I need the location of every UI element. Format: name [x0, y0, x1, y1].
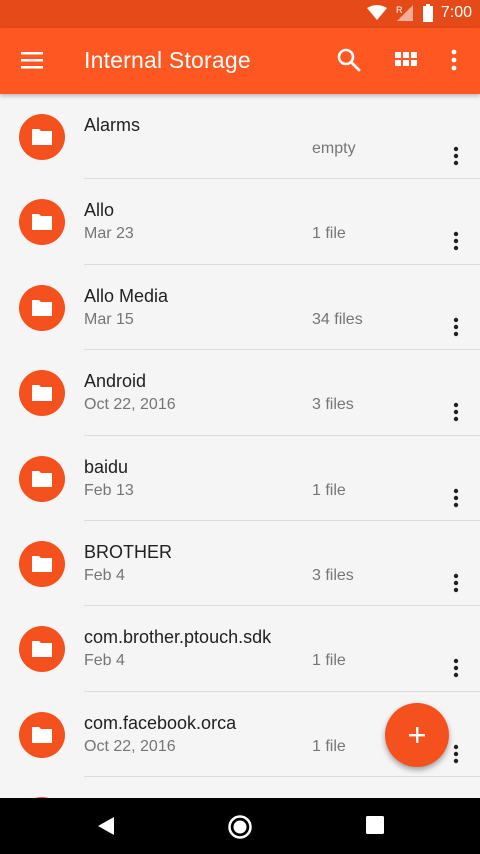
home-icon[interactable] — [227, 814, 252, 839]
list-item[interactable]: BROTHER Feb 4 3 files — [0, 521, 480, 607]
folder-name: com.brother.ptouch.sdk — [84, 627, 272, 648]
recents-icon[interactable] — [364, 814, 388, 838]
folder-count: 1 file — [312, 481, 346, 499]
more-vert-icon[interactable] — [446, 571, 466, 595]
folder-icon — [19, 540, 65, 587]
folder-date: Oct 22, 2016 — [84, 396, 176, 414]
app-bar: Internal Storage — [0, 28, 480, 94]
grid-view-icon[interactable] — [393, 47, 419, 73]
add-icon — [409, 727, 425, 743]
status-bar: R 7:00 — [0, 0, 480, 28]
search-icon[interactable] — [336, 47, 362, 73]
folder-name: Alarms — [84, 115, 141, 135]
folder-name: baidu — [84, 456, 129, 477]
folder-count: 1 file — [312, 737, 346, 755]
folder-icon — [19, 199, 65, 246]
more-vert-icon[interactable] — [446, 229, 466, 253]
list-item[interactable]: Alarms empty — [0, 94, 480, 180]
navigation-bar — [0, 798, 480, 854]
more-vert-icon[interactable] — [446, 400, 466, 424]
list-item[interactable]: Allo Media Mar 15 34 files — [0, 265, 480, 351]
folder-name: BROTHER — [84, 541, 173, 562]
more-vert-icon[interactable] — [441, 47, 467, 73]
folder-date: Mar 23 — [84, 225, 134, 243]
folder-count: 3 files — [312, 396, 354, 414]
folder-icon — [19, 114, 65, 160]
status-icons: R 7:00 — [366, 4, 472, 22]
svg-text:R: R — [396, 5, 403, 15]
wifi-icon — [366, 5, 387, 20]
folder-icon — [19, 455, 65, 502]
list-item[interactable]: Android Oct 22, 2016 3 files — [0, 350, 480, 436]
folder-count: 3 files — [312, 566, 354, 584]
folder-icon — [19, 370, 65, 417]
folder-name: Allo — [84, 200, 115, 221]
list-item[interactable]: Allo Mar 23 1 file — [0, 179, 480, 265]
more-vert-icon[interactable] — [446, 486, 466, 510]
folder-icon — [19, 711, 65, 758]
folder-name: com.facebook.orca — [84, 712, 237, 733]
folder-name: Allo Media — [84, 285, 169, 306]
page-title: Internal Storage — [84, 47, 251, 73]
folder-icon — [19, 284, 65, 331]
list-item[interactable]: baidu Feb 13 1 file — [0, 436, 480, 521]
folder-date: Feb 4 — [84, 652, 125, 670]
menu-icon[interactable] — [20, 48, 44, 72]
folder-date: Feb 13 — [84, 481, 134, 499]
add-button[interactable] — [385, 703, 449, 767]
signal-roaming-icon: R — [396, 5, 413, 21]
more-vert-icon[interactable] — [446, 656, 466, 680]
back-icon[interactable] — [94, 814, 118, 838]
list-item[interactable]: com.brother.ptouch.sdk Feb 4 1 file — [0, 606, 480, 692]
battery-icon — [422, 4, 433, 22]
status-time: 7:00 — [440, 4, 472, 21]
folder-count: 1 file — [312, 652, 346, 670]
folder-count: empty — [312, 140, 356, 157]
more-vert-icon[interactable] — [446, 315, 466, 339]
more-vert-icon[interactable] — [446, 144, 466, 168]
folder-icon — [19, 626, 65, 673]
list-item[interactable] — [0, 777, 480, 798]
folder-count: 34 files — [312, 310, 363, 328]
folder-date: Feb 4 — [84, 566, 125, 584]
folder-date: Mar 15 — [84, 310, 134, 328]
folder-count: 1 file — [312, 225, 346, 243]
more-vert-icon[interactable] — [446, 742, 466, 766]
folder-list: Alarms empty Allo Mar 23 1 file Allo Med… — [0, 94, 480, 798]
folder-date: Oct 22, 2016 — [84, 737, 176, 755]
folder-name: Android — [84, 371, 147, 392]
